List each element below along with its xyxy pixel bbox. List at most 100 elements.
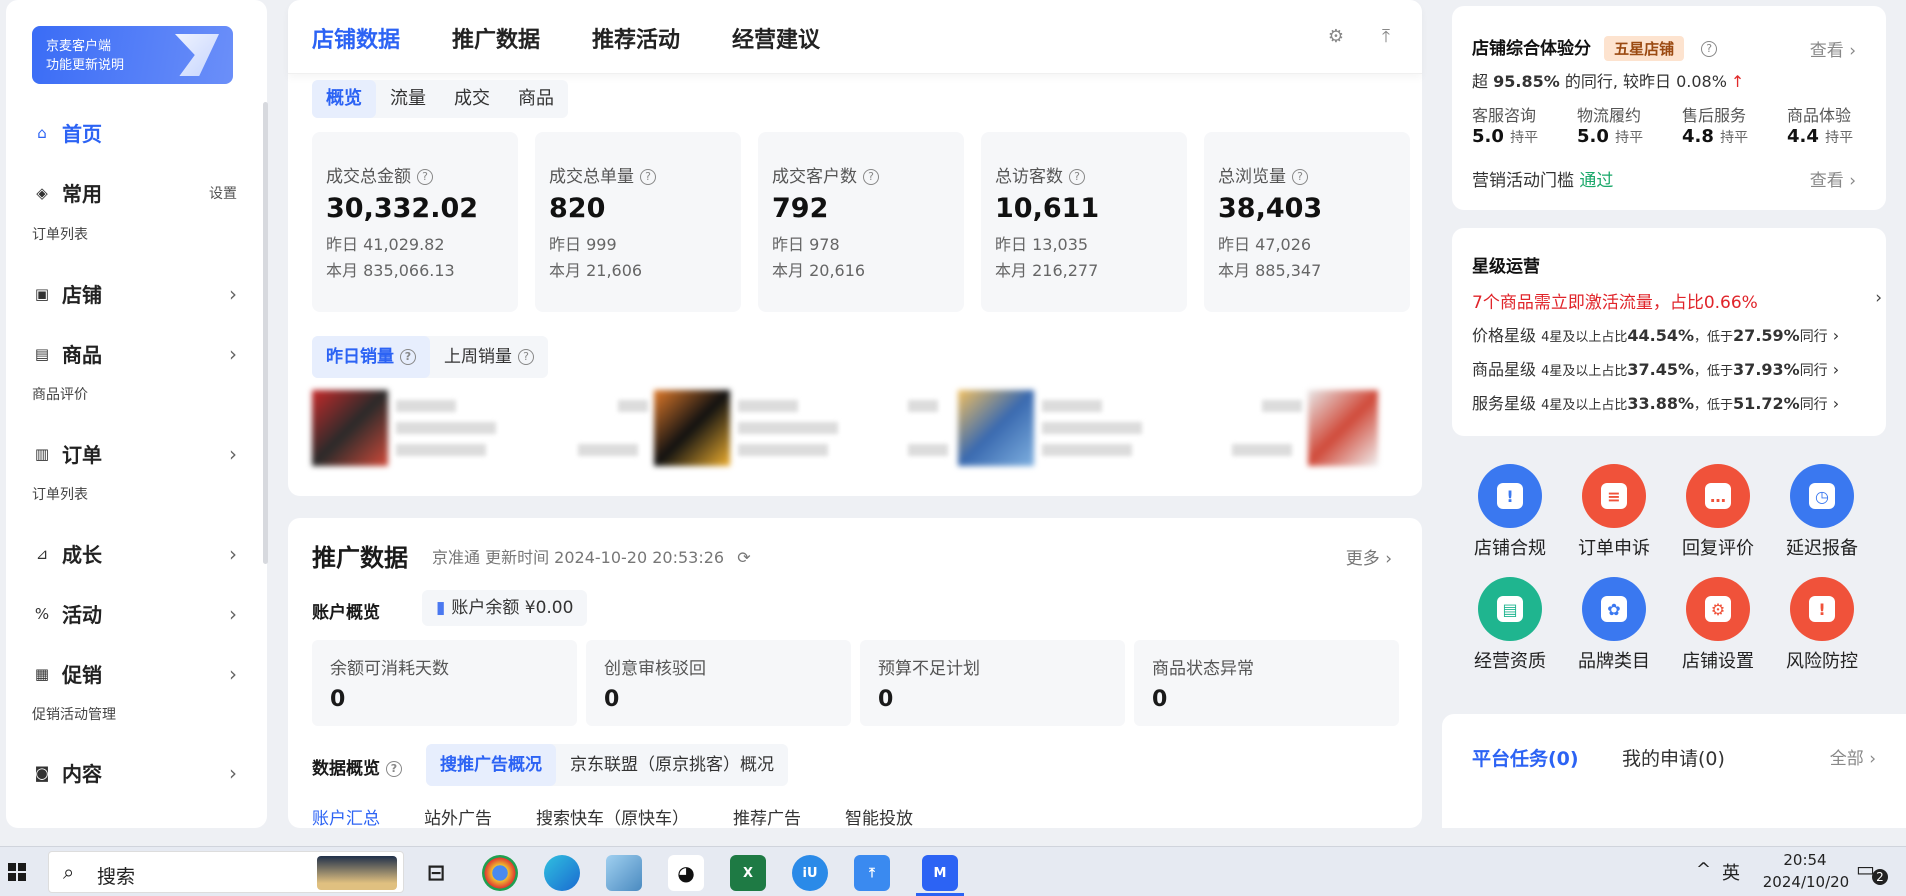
stat-card[interactable]: 成交客户数? 792 昨日 978 本月 20,616 bbox=[758, 132, 964, 312]
account-balance[interactable]: ▮ 账户余额 ¥0.00 bbox=[422, 590, 588, 626]
license-icon[interactable]: ▤ bbox=[1478, 577, 1542, 641]
product-item[interactable] bbox=[312, 390, 612, 466]
quick-label[interactable]: 风险防控 bbox=[1767, 647, 1877, 673]
tab-promo-data[interactable]: 推广数据 bbox=[452, 22, 540, 54]
star-row[interactable]: 价格星级 4星及以上占比44.54%，低于27.59%同行 › bbox=[1472, 322, 1872, 346]
tab-recommend[interactable]: 推荐活动 bbox=[592, 22, 680, 54]
quick-label[interactable]: 店铺设置 bbox=[1663, 647, 1773, 673]
tab-platform-tasks[interactable]: 平台任务(0) bbox=[1472, 744, 1579, 771]
score-view-link[interactable]: 查看 › bbox=[1810, 36, 1856, 61]
windows-start-icon[interactable] bbox=[8, 863, 26, 881]
star-row[interactable]: 服务星级 4星及以上占比33.88%，低于51.72%同行 › bbox=[1472, 390, 1872, 414]
app-iu-icon[interactable]: iU bbox=[792, 855, 828, 891]
metric-cell[interactable]: 余额可消耗天数 0 bbox=[312, 640, 577, 726]
chrome-icon[interactable] bbox=[482, 855, 518, 891]
help-icon[interactable]: ? bbox=[400, 349, 416, 365]
subtab-goods[interactable]: 商品 bbox=[504, 80, 568, 118]
quick-label[interactable]: 品牌类目 bbox=[1559, 647, 1669, 673]
tab-recommend-ads[interactable]: 推荐广告 bbox=[733, 804, 801, 829]
nav-common[interactable]: ◈ 常用 设置 bbox=[32, 178, 237, 207]
tab-smart-delivery[interactable]: 智能投放 bbox=[845, 804, 913, 829]
tab-offsite-ads[interactable]: 站外广告 bbox=[424, 804, 492, 829]
nav-content[interactable]: ◙ 内容 › bbox=[32, 758, 237, 787]
help-icon[interactable]: ? bbox=[1069, 169, 1085, 185]
product-item[interactable] bbox=[1232, 390, 1412, 466]
sidebar-scrollbar[interactable] bbox=[263, 102, 268, 564]
star-row[interactable]: 商品星级 4星及以上占比37.45%，低于37.93%同行 › bbox=[1472, 356, 1872, 380]
product-item[interactable] bbox=[578, 390, 898, 466]
chevron-up-icon[interactable]: ^ bbox=[1696, 859, 1711, 880]
taskbar-search[interactable]: ⌕ 搜索 bbox=[48, 851, 404, 893]
nav-home[interactable]: ⌂ 首页 bbox=[32, 118, 237, 147]
refresh-icon[interactable]: ⟳ bbox=[737, 548, 750, 567]
metric-cell[interactable]: 预算不足计划 0 bbox=[860, 640, 1125, 726]
metric-cell[interactable]: 商品状态异常 0 bbox=[1134, 640, 1399, 726]
gear-icon[interactable]: ⚙ bbox=[1686, 577, 1750, 641]
tab-jd-union[interactable]: 京东联盟（原京挑客）概况 bbox=[556, 744, 788, 786]
subtab-traffic[interactable]: 流量 bbox=[376, 80, 440, 118]
excel-icon[interactable]: X bbox=[730, 855, 766, 891]
settings-link[interactable]: 设置 bbox=[209, 183, 237, 203]
update-notes-banner[interactable]: 京麦客户端 功能更新说明 bbox=[32, 26, 233, 84]
nav-promotion[interactable]: ▦ 促销 › bbox=[32, 659, 237, 688]
threshold-view-link[interactable]: 查看 › bbox=[1810, 166, 1856, 191]
shield-icon[interactable]: ! bbox=[1478, 464, 1542, 528]
help-icon[interactable]: ? bbox=[1701, 41, 1718, 57]
metric-cell[interactable]: 创意审核驳回 0 bbox=[586, 640, 851, 726]
product-item[interactable] bbox=[908, 390, 1228, 466]
tab-account-summary[interactable]: 账户汇总 bbox=[312, 804, 380, 829]
help-icon[interactable]: ? bbox=[518, 349, 534, 365]
quick-label[interactable]: 订单申诉 bbox=[1559, 534, 1669, 560]
nav-orders[interactable]: ▥ 订单 › bbox=[32, 439, 237, 468]
tab-my-applications[interactable]: 我的申请(0) bbox=[1622, 744, 1725, 771]
tasks-all-link[interactable]: 全部 › bbox=[1830, 744, 1876, 769]
help-icon[interactable]: ? bbox=[1292, 169, 1308, 185]
subtab-deals[interactable]: 成交 bbox=[440, 80, 504, 118]
input-language[interactable]: 英 bbox=[1722, 859, 1740, 885]
nav-activity[interactable]: % 活动 › bbox=[32, 599, 237, 628]
tab-search-express[interactable]: 搜索快车（原快车） bbox=[536, 804, 689, 829]
star-alert[interactable]: 7个商品需立即激活流量，占比0.66% › bbox=[1472, 288, 1882, 313]
clipboard-icon[interactable]: ≡ bbox=[1582, 464, 1646, 528]
tab-yesterday-sales[interactable]: 昨日销量? bbox=[312, 336, 430, 378]
promo-more-link[interactable]: 更多 › bbox=[1346, 544, 1392, 569]
lock-app-icon[interactable]: ⤒ bbox=[854, 855, 890, 891]
nav-shop[interactable]: ▣ 店铺 › bbox=[32, 279, 237, 308]
task-view-icon[interactable]: ⊟ bbox=[418, 855, 454, 891]
quick-label[interactable]: 延迟报备 bbox=[1767, 534, 1877, 560]
app-icon[interactable] bbox=[606, 855, 642, 891]
nav-promotion-sub[interactable]: 促销活动管理 bbox=[32, 704, 116, 724]
tab-shop-data[interactable]: 店铺数据 bbox=[312, 22, 400, 54]
nav-growth[interactable]: ⊿ 成长 › bbox=[32, 539, 237, 568]
quick-label[interactable]: 经营资质 bbox=[1455, 647, 1565, 673]
nav-common-sub[interactable]: 订单列表 bbox=[32, 224, 88, 244]
help-icon[interactable]: ? bbox=[863, 169, 879, 185]
clock-time[interactable]: 20:54 bbox=[1770, 851, 1840, 869]
quick-label[interactable]: 回复评价 bbox=[1663, 534, 1773, 560]
qq-icon[interactable]: ◕ bbox=[668, 855, 704, 891]
tab-advice[interactable]: 经营建议 bbox=[732, 22, 820, 54]
help-icon[interactable]: ? bbox=[417, 169, 433, 185]
quick-label[interactable]: 店铺合规 bbox=[1455, 534, 1565, 560]
brand-icon[interactable]: ✿ bbox=[1582, 577, 1646, 641]
jingmai-app-icon[interactable]: M bbox=[922, 855, 958, 891]
help-icon[interactable]: ? bbox=[386, 761, 402, 777]
settings-icon[interactable]: ⚙ bbox=[1324, 26, 1348, 50]
nav-goods-sub[interactable]: 商品评价 bbox=[32, 384, 88, 404]
stat-card[interactable]: 成交总金额? 30,332.02 昨日 41,029.82 本月 835,066.… bbox=[312, 132, 518, 312]
stat-card[interactable]: 总访客数? 10,611 昨日 13,035 本月 216,277 bbox=[981, 132, 1187, 312]
tab-lastweek-sales[interactable]: 上周销量? bbox=[430, 336, 548, 378]
clock-date[interactable]: 2024/10/20 bbox=[1756, 873, 1856, 891]
stat-card[interactable]: 成交总单量? 820 昨日 999 本月 21,606 bbox=[535, 132, 741, 312]
tab-search-ads[interactable]: 搜推广告概况 bbox=[426, 744, 556, 786]
nav-goods[interactable]: ▤ 商品 › bbox=[32, 339, 237, 368]
nav-orders-sub[interactable]: 订单列表 bbox=[32, 484, 88, 504]
comment-icon[interactable]: … bbox=[1686, 464, 1750, 528]
pin-top-icon[interactable]: ⤒ bbox=[1374, 26, 1398, 50]
warning-icon[interactable]: ! bbox=[1790, 577, 1854, 641]
clock-icon[interactable]: ◷ bbox=[1790, 464, 1854, 528]
stat-card[interactable]: 总浏览量? 38,403 昨日 47,026 本月 885,347 bbox=[1204, 132, 1410, 312]
subtab-overview[interactable]: 概览 bbox=[312, 80, 376, 118]
help-icon[interactable]: ? bbox=[640, 169, 656, 185]
edge-icon[interactable] bbox=[544, 855, 580, 891]
